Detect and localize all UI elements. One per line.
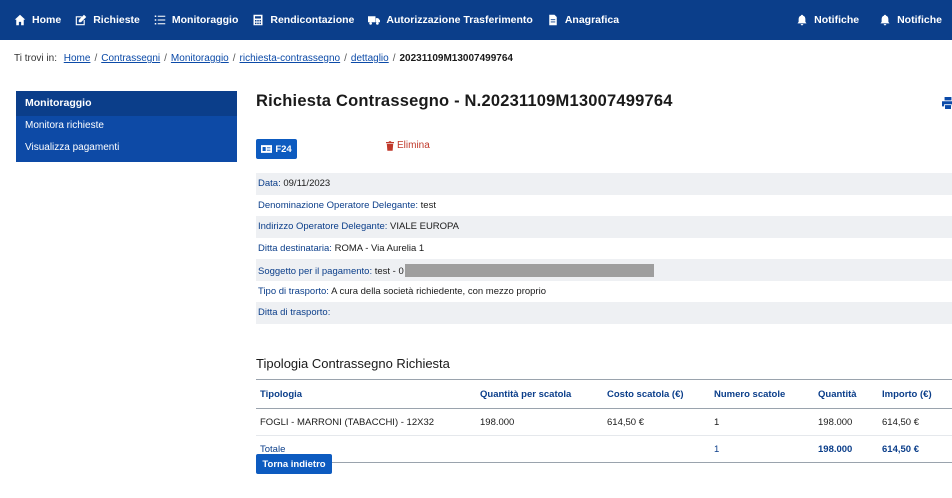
breadcrumb-link-home[interactable]: Home [64,53,91,64]
nav-monitoraggio[interactable]: Monitoraggio [154,14,239,26]
edit-icon [75,14,87,26]
detail-value: 09/11/2023 [283,178,331,189]
nav-notifiche-label: Notifiche [814,14,860,26]
detail-label: Tipo di trasporto: [258,285,329,297]
breadcrumb-prefix: Ti trovi in: [14,53,57,64]
sidebar: Monitoraggio Monitora richieste Visualiz… [16,91,237,162]
nav-home-label: Home [32,14,62,26]
detail-value: VIALE EUROPA [390,221,460,232]
detail-value: test [420,199,436,211]
truck-icon [368,14,381,26]
nav-home[interactable]: Home [14,14,61,26]
detail-label: Ditta di trasporto: [258,307,331,318]
list-icon [154,14,166,26]
nav-rendicontazione-label: Rendicontazione [270,14,355,26]
calculator-icon [252,14,264,26]
detail-label: Soggetto per il pagamento: [258,266,373,277]
cell-costo-scatola: 614,50 € [607,416,644,428]
col-header-tipologia: Tipologia [256,379,476,409]
cell-quantita-scatola: 198.000 [480,416,515,428]
detail-row-ditta-destinataria: Ditta destinataria: ROMA - Via Aurelia 1 [256,238,952,260]
detail-value: A cura della società richiedente, con me… [331,285,546,297]
nav-notifiche-label: Notifiche [897,14,942,26]
nav-rendicontazione[interactable]: Rendicontazione [252,14,354,26]
section-title: Tipologia Contrassegno Richiesta [256,356,450,371]
breadcrumb-link-dettaglio[interactable]: dettaglio [351,53,389,64]
cell-total-importo: 614,50 € [878,435,952,463]
nav-monitoraggio-label: Monitoraggio [171,14,239,26]
sidebar-header[interactable]: Monitoraggio [16,91,237,116]
col-header-numero-scatole: Numero scatole [710,379,814,409]
breadcrumb-link-contrassegni[interactable]: Contrassegni [101,53,160,64]
col-header-quantita-scatola: Quantità per scatola [476,379,603,409]
cell-quantita: 198.000 [818,416,853,428]
detail-row-indirizzo: Indirizzo Operatore Delegante: VIALE EUR… [256,216,952,238]
cell-tipologia: FOGLI - MARRONI (TABACCHI) - 12X32 [260,416,435,428]
nav-autorizzazione-trasferimento[interactable]: Autorizzazione Trasferimento [368,14,533,26]
bell-icon [879,14,891,26]
id-card-icon [261,145,273,153]
nav-anagrafica[interactable]: Anagrafica [547,14,619,26]
sidebar-item-visualizza-pagamenti[interactable]: Visualizza pagamenti [16,138,237,162]
breadcrumb-link-richiesta[interactable]: richiesta-contrassegno [240,53,341,64]
details-list: Data: 09/11/2023 Denominazione Operatore… [256,173,952,324]
detail-label: Indirizzo Operatore Delegante: [258,221,388,232]
print-icon[interactable] [941,96,952,109]
nav-notifiche-2[interactable]: Notifiche [879,14,942,26]
contrassegno-table: Tipologia Quantità per scatola Costo sca… [256,379,952,463]
nav-anagrafica-label: Anagrafica [564,14,620,26]
detail-row-data: Data: 09/11/2023 [256,173,952,195]
sidebar-item-monitora-richieste[interactable]: Monitora richieste [16,116,237,138]
col-header-quantita: Quantità [814,379,878,409]
col-header-importo: Importo (€) [878,379,952,409]
detail-label: Data: [258,178,281,189]
cell-total-quantita: 198.000 [814,435,878,463]
detail-label: Ditta destinataria: [258,242,332,254]
breadcrumb-current: 20231109M13007499764 [399,53,513,64]
detail-label: Denominazione Operatore Delegante: [258,199,419,211]
cell-total-empty [476,435,603,463]
breadcrumb-separator: / [232,53,236,64]
nav-right: Notifiche Notifiche [796,14,952,26]
cell-numero-scatole: 1 [714,416,720,428]
table-total-row: Totale 1 198.000 614,50 € [256,435,952,463]
detail-row-soggetto-pagamento: Soggetto per il pagamento: test - 0 [256,259,952,281]
detail-value: test - 0 [374,266,404,277]
bell-icon [796,14,808,26]
f24-button[interactable]: F24 [256,139,297,159]
breadcrumb-separator: / [344,53,347,64]
file-icon [547,14,559,26]
detail-value: ROMA - Via Aurelia 1 [334,242,425,254]
home-icon [14,14,26,26]
cell-total-empty [603,435,710,463]
nav-notifiche-1[interactable]: Notifiche [796,14,859,26]
breadcrumb-separator: / [164,53,167,64]
detail-row-denominazione: Denominazione Operatore Delegante: test [256,195,952,217]
page-title: Richiesta Contrassegno - N.20231109M1300… [256,92,673,110]
nav-autorizzazione-label: Autorizzazione Trasferimento [386,14,533,26]
f24-button-label: F24 [275,143,292,155]
col-header-costo-scatola: Costo scatola (€) [603,379,710,409]
cell-total-numero-scatole: 1 [710,435,814,463]
detail-row-ditta-trasporto: Ditta di trasporto: [256,302,952,324]
table-row: FOGLI - MARRONI (TABACCHI) - 12X32 198.0… [256,409,952,436]
breadcrumb-separator: / [392,53,396,64]
breadcrumb-separator: / [94,53,98,64]
trash-icon [386,140,394,151]
breadcrumb-link-monitoraggio[interactable]: Monitoraggio [171,53,229,64]
elimina-button-label: Elimina [397,140,430,151]
top-navbar: Home Richieste Monitoraggio Rendicontazi… [0,0,952,40]
nav-richieste-label: Richieste [93,14,140,26]
redacted-block [404,264,654,277]
breadcrumb: Ti trovi in: Home / Contrassegni / Monitorag… [14,53,513,64]
nav-richieste[interactable]: Richieste [75,14,140,26]
cell-importo: 614,50 € [882,416,919,428]
table-header-row: Tipologia Quantità per scatola Costo sca… [256,379,952,409]
detail-row-tipo-trasporto: Tipo di trasporto: A cura della società … [256,281,952,303]
elimina-button[interactable]: Elimina [386,140,430,151]
torna-indietro-button[interactable]: Torna indietro [256,454,332,474]
